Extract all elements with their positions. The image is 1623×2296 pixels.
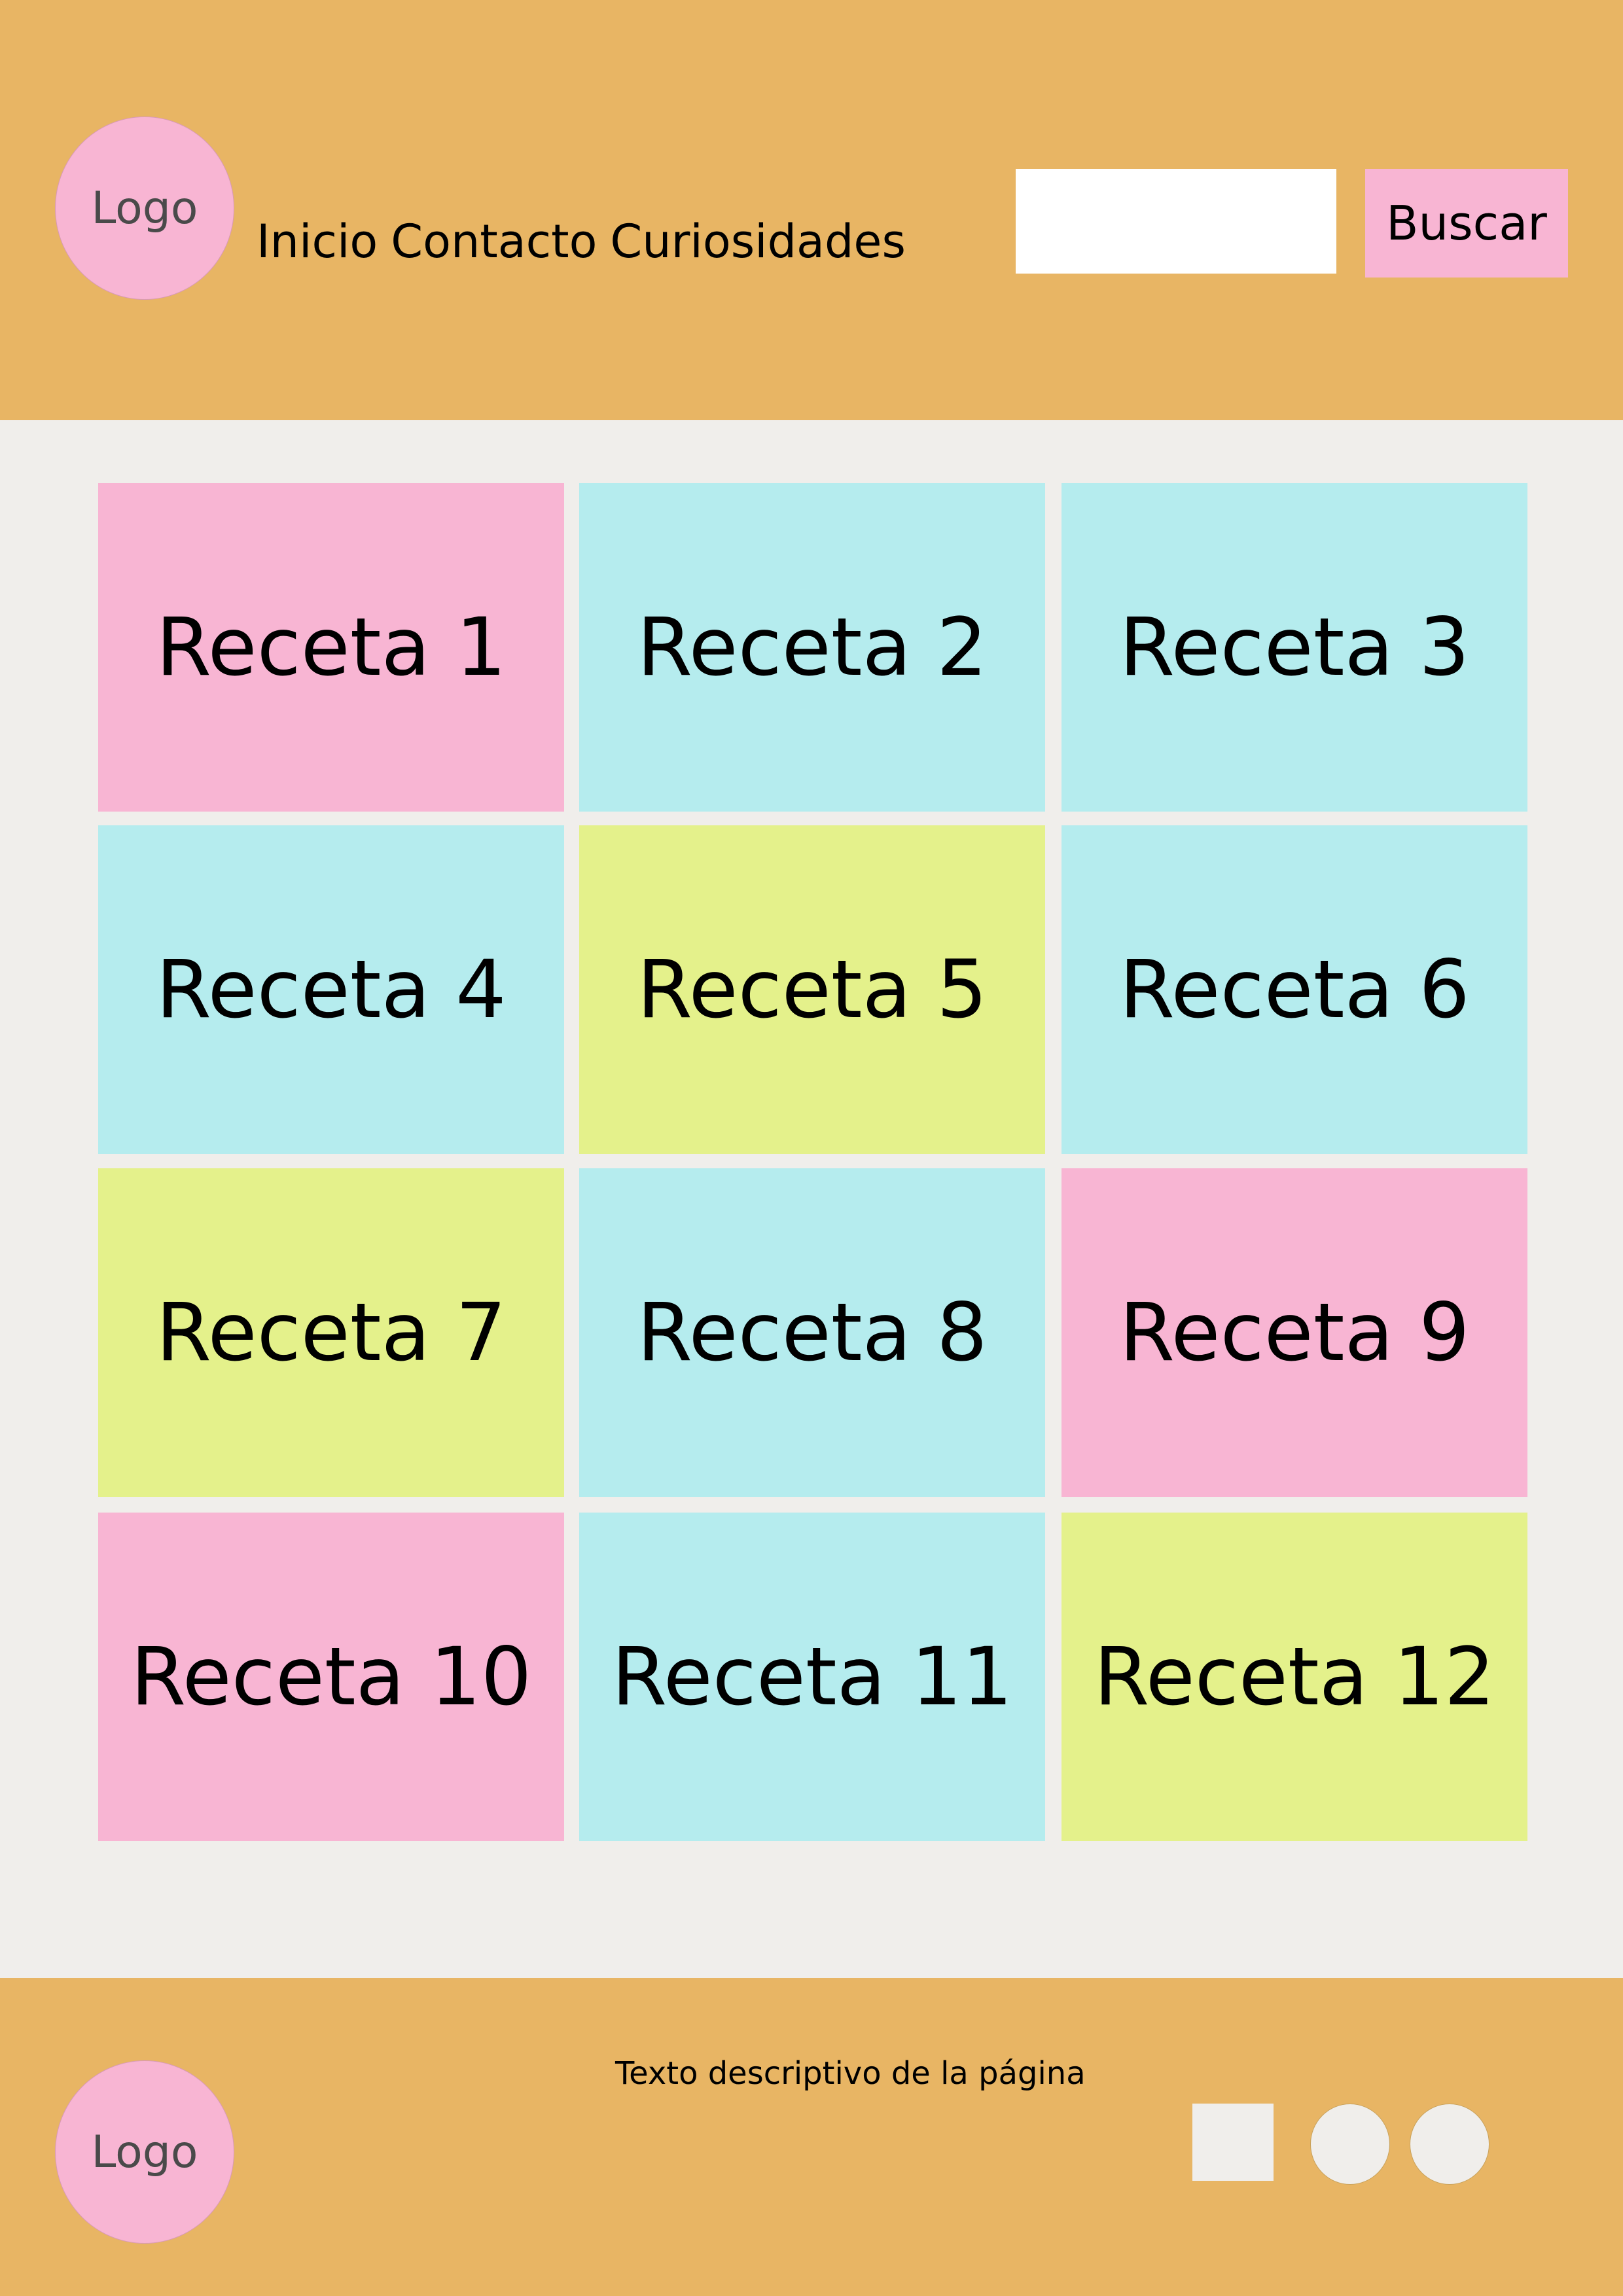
search-input[interactable] xyxy=(1016,169,1336,274)
header-logo[interactable]: Logo xyxy=(55,117,234,300)
nav-item-curiosidades[interactable]: Curiosidades xyxy=(610,215,906,268)
nav-item-contacto[interactable]: Contacto xyxy=(391,215,597,268)
recipe-card-7[interactable]: Receta 7 xyxy=(98,1168,564,1497)
recipe-card-10[interactable]: Receta 10 xyxy=(98,1513,564,1841)
social-circle-icon-1[interactable] xyxy=(1310,2104,1390,2185)
recipe-card-11[interactable]: Receta 11 xyxy=(579,1513,1045,1841)
recipe-card-1[interactable]: Receta 1 xyxy=(98,483,564,812)
search-button[interactable]: Buscar xyxy=(1365,169,1568,278)
site-footer: Logo Texto descriptivo de la página xyxy=(0,1978,1623,2296)
social-circle-icon-2[interactable] xyxy=(1410,2104,1489,2185)
recipe-card-6[interactable]: Receta 6 xyxy=(1061,825,1527,1154)
recipe-card-5[interactable]: Receta 5 xyxy=(579,825,1045,1154)
nav-item-inicio[interactable]: Inicio xyxy=(257,215,378,268)
recipe-card-9[interactable]: Receta 9 xyxy=(1061,1168,1527,1497)
recipe-card-3[interactable]: Receta 3 xyxy=(1061,483,1527,812)
main-nav: Inicio Contacto Curiosidades xyxy=(257,212,919,271)
site-header: Logo Inicio Contacto Curiosidades Buscar xyxy=(0,0,1623,420)
recipe-card-12[interactable]: Receta 12 xyxy=(1061,1513,1527,1841)
recipe-grid: Receta 1 Receta 2 Receta 3 Receta 4 Rece… xyxy=(98,483,1529,1843)
recipe-card-8[interactable]: Receta 8 xyxy=(579,1168,1045,1497)
recipe-card-2[interactable]: Receta 2 xyxy=(579,483,1045,812)
social-square-icon[interactable] xyxy=(1192,2104,1274,2181)
footer-description: Texto descriptivo de la página xyxy=(615,2055,1086,2092)
footer-logo[interactable]: Logo xyxy=(55,2060,234,2244)
recipe-card-4[interactable]: Receta 4 xyxy=(98,825,564,1154)
